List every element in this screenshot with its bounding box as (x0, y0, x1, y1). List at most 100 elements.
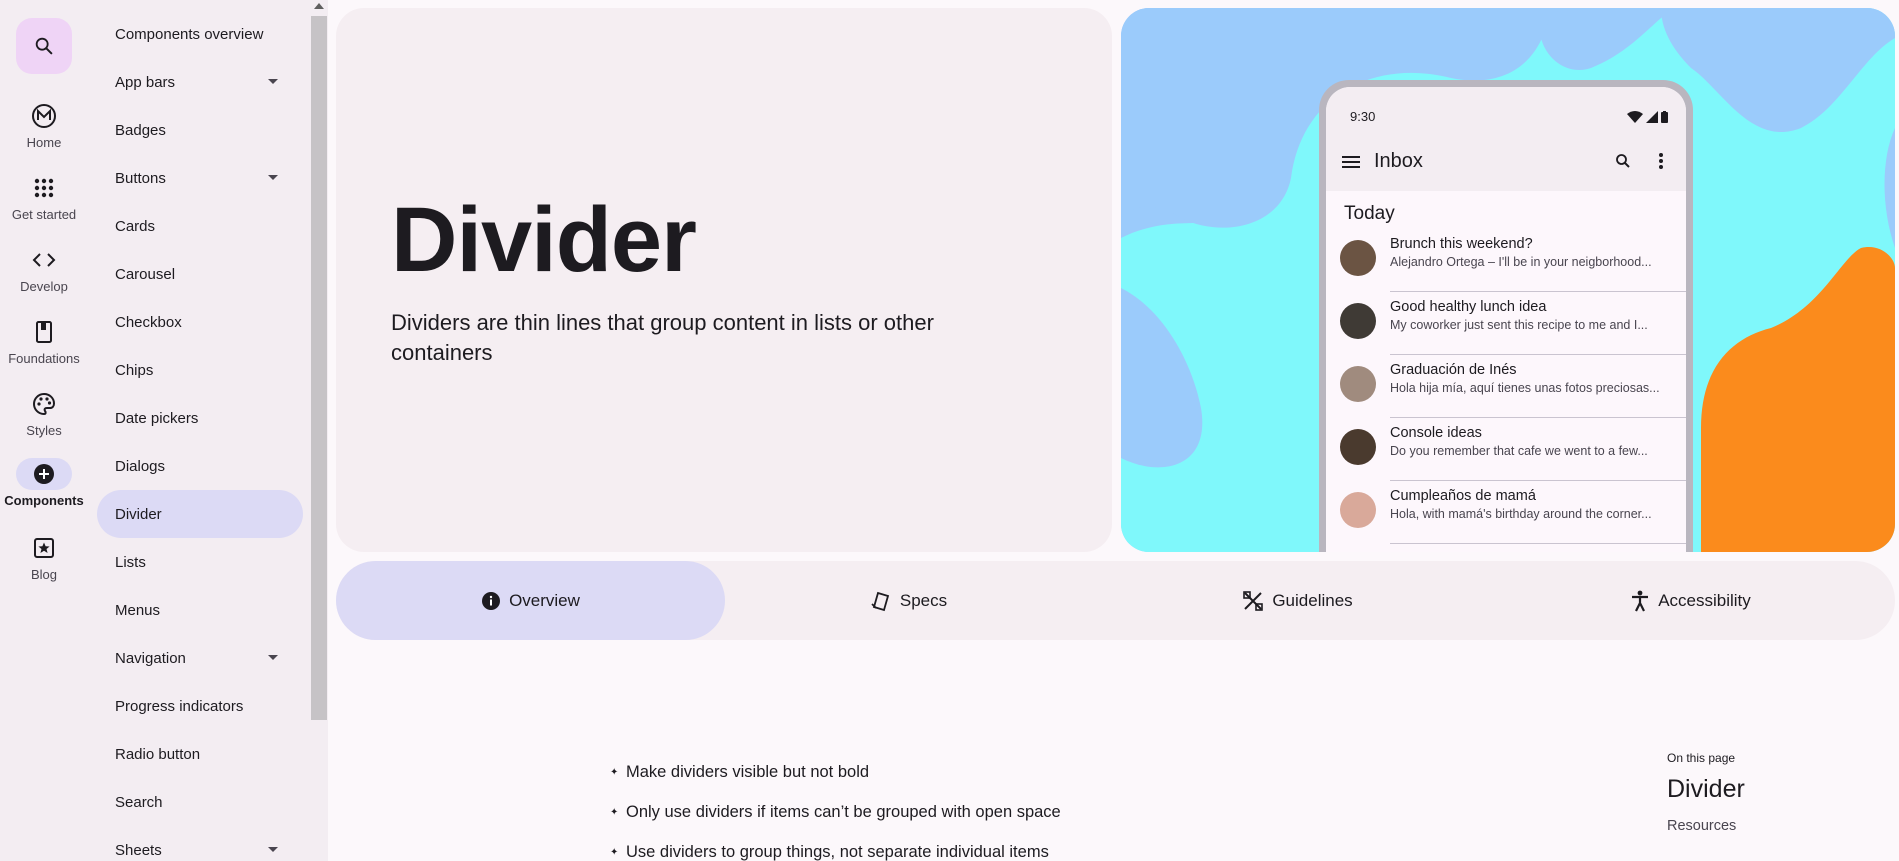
apps-grid-icon (34, 178, 54, 198)
sidenav-item-sheets[interactable]: Sheets (97, 826, 303, 861)
table-of-contents: On this page Divider Resources (1667, 751, 1745, 834)
rail-label-foundations: Foundations (8, 351, 80, 366)
divider (1390, 543, 1686, 544)
caret-down-icon[interactable] (268, 175, 278, 180)
sidenav-item-label: Date pickers (115, 409, 199, 427)
guidelines-icon (1243, 590, 1264, 611)
toc-eyebrow: On this page (1667, 751, 1736, 765)
avatar (1340, 303, 1376, 339)
menu-icon[interactable] (1342, 155, 1360, 169)
toc-link-resources[interactable]: Resources (1667, 818, 1745, 834)
material-logo-icon (32, 104, 56, 128)
mail-subject: Good healthy lunch idea (1390, 299, 1547, 315)
sidenav-item-label: Navigation (115, 649, 186, 667)
scrollbar-thumb[interactable] (311, 16, 327, 720)
mail-subject: Console ideas (1390, 425, 1482, 441)
sidenav-item-chips[interactable]: Chips (97, 346, 303, 394)
bullet-text: Use dividers to group things, not separa… (626, 842, 1049, 861)
sidenav-item-label: Cards (115, 217, 156, 235)
tab-overview[interactable]: Overview (336, 561, 725, 640)
mail-preview: Do you remember that cafe we went to a f… (1390, 444, 1648, 458)
sidenav-item-components-overview[interactable]: Components overview (97, 10, 303, 58)
sidenav-item-badges[interactable]: Badges (97, 106, 303, 154)
sidenav-item-label: Menus (115, 601, 161, 619)
list-header: Today (1344, 203, 1395, 224)
rail-item-blog[interactable]: Blog (0, 532, 88, 596)
sidenav-item-label: Buttons (115, 169, 166, 187)
list-item[interactable]: Brunch this weekend? Alejandro Ortega – … (1326, 229, 1686, 292)
sidenav-item-progress-indicators[interactable]: Progress indicators (97, 682, 303, 730)
sidenav-item-label: Lists (115, 553, 146, 571)
wifi-icon (1627, 111, 1643, 123)
mail-preview: Hola hija mía, aquí tienes unas fotos pr… (1390, 381, 1660, 395)
caret-down-icon[interactable] (268, 847, 278, 852)
tab-accessibility[interactable]: Accessibility (1496, 561, 1885, 640)
code-icon (32, 253, 56, 267)
more-vert-icon[interactable] (1658, 152, 1664, 170)
bullet-text: Make dividers visible but not bold (626, 762, 870, 781)
sidenav-item-label: Sheets (115, 841, 162, 859)
sidenav-item-navigation[interactable]: Navigation (97, 634, 303, 682)
caret-down-icon[interactable] (268, 79, 278, 84)
sidenav-item-divider[interactable]: Divider (97, 490, 303, 538)
rail-item-get-started[interactable]: Get started (0, 172, 88, 236)
list-item: ✦ Make dividers visible but not bold (610, 752, 1061, 792)
mail-preview: Alejandro Ortega – I'll be in your neigb… (1390, 255, 1652, 269)
list-item[interactable]: Cumpleaños de mamá Hola, with mamá's bir… (1326, 481, 1686, 544)
rail-item-foundations[interactable]: Foundations (0, 316, 88, 380)
sparkle-bullet-icon: ✦ (610, 806, 619, 818)
sparkle-bullet-icon: ✦ (610, 846, 619, 858)
list-item[interactable]: Graduación de Inés Hola hija mía, aquí t… (1326, 355, 1686, 418)
sidenav-item-date-pickers[interactable]: Date pickers (97, 394, 303, 442)
sidenav-item-label: Chips (115, 361, 154, 379)
toc-title-link[interactable]: Divider (1667, 775, 1745, 804)
sidenav-scrollbar[interactable] (310, 0, 328, 861)
sidenav-item-label: App bars (115, 73, 176, 91)
sidenav-item-carousel[interactable]: Carousel (97, 250, 303, 298)
sidenav-item-label: Components overview (115, 25, 264, 43)
list-item[interactable]: Console ideas Do you remember that cafe … (1326, 418, 1686, 481)
avatar (1340, 366, 1376, 402)
sidenav-item-buttons[interactable]: Buttons (97, 154, 303, 202)
list-item: ✦ Use dividers to group things, not separ… (610, 832, 1061, 861)
add-circle-icon (34, 464, 54, 484)
scroll-up-arrow-icon[interactable] (314, 3, 324, 9)
sidenav-item-cards[interactable]: Cards (97, 202, 303, 250)
sidenav-item-checkbox[interactable]: Checkbox (97, 298, 303, 346)
signal-icon (1646, 111, 1658, 123)
navigation-rail: Home Get started Develop Foundations Sty… (0, 0, 88, 861)
rail-item-styles[interactable]: Styles (0, 388, 88, 452)
rail-label-get-started: Get started (11, 207, 77, 222)
sidenav-item-label: Checkbox (115, 313, 182, 331)
rail-item-components[interactable]: Components (0, 458, 88, 522)
phone-app-bar: Inbox (1326, 135, 1686, 191)
status-time: 9:30 (1350, 109, 1376, 124)
tab-label: Accessibility (1658, 590, 1751, 610)
sidenav-item-search[interactable]: Search (97, 778, 303, 826)
sidenav-item-lists[interactable]: Lists (97, 538, 303, 586)
rail-label-blog: Blog (30, 567, 58, 582)
side-navigation: Components overview App bars Badges Butt… (88, 0, 310, 861)
tab-specs[interactable]: Specs (714, 561, 1103, 640)
rail-item-home[interactable]: Home (0, 100, 88, 164)
phone-status-bar: 9:30 (1326, 87, 1686, 135)
mail-subject: Cumpleaños de mamá (1390, 488, 1536, 504)
sidenav-item-dialogs[interactable]: Dialogs (97, 442, 303, 490)
sidenav-item-app-bars[interactable]: App bars (97, 58, 303, 106)
sidenav-item-menus[interactable]: Menus (97, 586, 303, 634)
palette-icon (33, 392, 56, 416)
caret-down-icon[interactable] (268, 655, 278, 660)
list-item: ✦ Only use dividers if items can’t be gro… (610, 792, 1061, 832)
tab-guidelines[interactable]: Guidelines (1103, 561, 1492, 640)
search-icon[interactable] (1614, 152, 1632, 170)
rail-item-develop[interactable]: Develop (0, 244, 88, 308)
hero-card: Divider Dividers are thin lines that gro… (336, 8, 1112, 552)
sidenav-item-radio-button[interactable]: Radio button (97, 730, 303, 778)
search-button[interactable] (16, 18, 72, 74)
mail-preview: My coworker just sent this recipe to me … (1390, 318, 1648, 332)
list-item[interactable]: Good healthy lunch idea My coworker just… (1326, 292, 1686, 355)
tab-label: Overview (509, 590, 580, 610)
mail-subject: Brunch this weekend? (1390, 236, 1533, 252)
bullet-text: Only use dividers if items can’t be grou… (626, 802, 1061, 821)
sidenav-item-label: Search (115, 793, 163, 811)
